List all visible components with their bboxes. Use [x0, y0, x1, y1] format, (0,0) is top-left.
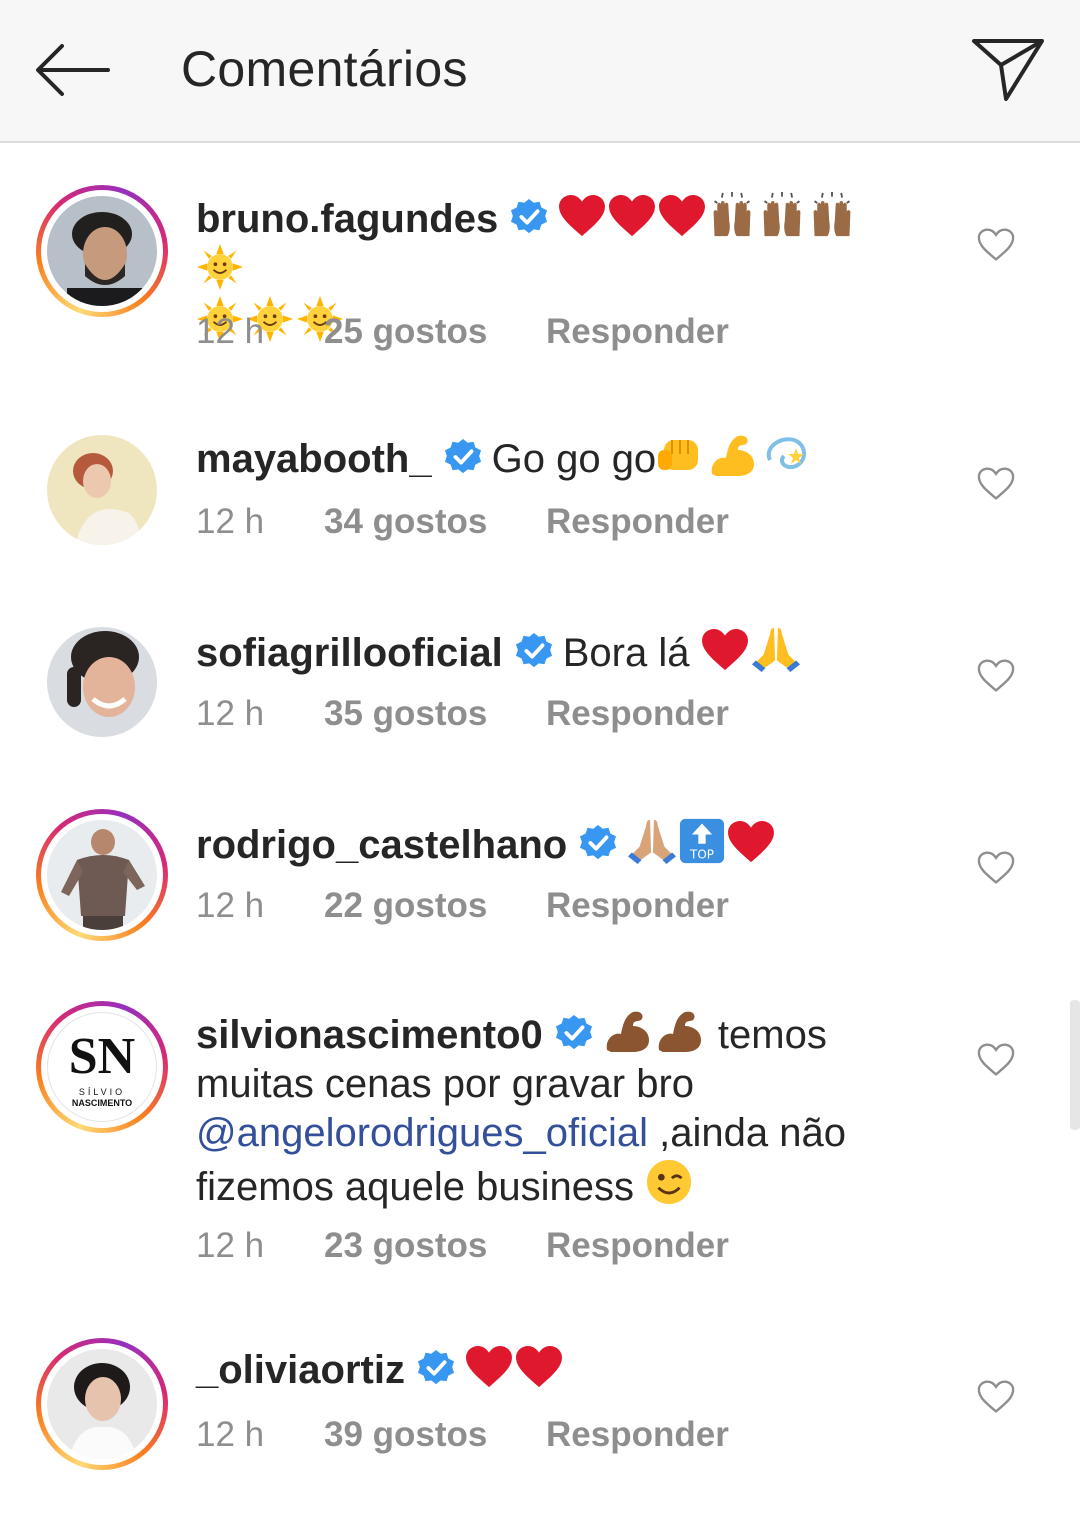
mention-link[interactable]: @angelorodrigues_oficial	[196, 1111, 648, 1155]
page-title: Comentários	[181, 41, 468, 97]
reply-button[interactable]: Responder	[546, 312, 729, 352]
avatar[interactable]	[36, 424, 168, 556]
flexed-biceps-emoji-icon	[655, 1008, 705, 1054]
comment-meta: 12 h 34 gostos Responder	[196, 502, 729, 542]
avatar[interactable]	[36, 185, 168, 317]
comment-timestamp: 12 h	[196, 502, 265, 541]
comment-meta: 12 h 22 gostos Responder	[196, 886, 729, 926]
avatar-photo	[47, 1349, 157, 1459]
raised-hands-emoji-icon	[708, 192, 756, 238]
avatar-logo-line2: NASCIMENTO	[71, 1098, 133, 1108]
verified-badge-icon	[417, 1349, 455, 1387]
comment-username[interactable]: _oliviaortiz	[196, 1348, 405, 1392]
comment-likes-count[interactable]: 35 gostos	[324, 694, 546, 734]
heart-outline-icon	[976, 227, 1016, 263]
heart-emoji-icon	[658, 194, 706, 238]
comment-likes-count[interactable]: 25 gostos	[324, 312, 546, 352]
comment-meta: 12 h 25 gostos Responder	[196, 312, 729, 352]
reply-button[interactable]: Responder	[546, 694, 729, 734]
comment-username[interactable]: sofiagrillooficial	[196, 631, 503, 675]
fist-emoji-icon	[656, 432, 706, 478]
flexed-biceps-emoji-icon	[603, 1008, 653, 1054]
comment-username[interactable]: bruno.fagundes	[196, 197, 498, 241]
comment-likes-count[interactable]: 23 gostos	[324, 1226, 546, 1266]
like-comment-button[interactable]	[974, 654, 1018, 698]
heart-emoji-icon	[701, 628, 749, 672]
verified-badge-icon	[579, 824, 617, 862]
comment-likes-count[interactable]: 22 gostos	[324, 886, 546, 926]
heart-emoji-icon	[558, 194, 606, 238]
heart-outline-icon	[976, 466, 1016, 502]
sun-emoji-icon	[196, 244, 244, 290]
share-button[interactable]	[966, 32, 1050, 108]
comment-username[interactable]: mayabooth_	[196, 437, 432, 481]
heart-emoji-icon	[515, 1345, 563, 1389]
heart-outline-icon	[976, 1042, 1016, 1078]
top-bar: Comentários	[0, 0, 1080, 143]
avatar-logo-monogram: SN	[68, 1028, 136, 1085]
like-comment-button[interactable]	[974, 1038, 1018, 1082]
avatar-logo: SN SÍLVIO NASCIMENTO	[47, 1012, 157, 1122]
comment-likes-count[interactable]: 39 gostos	[324, 1415, 546, 1455]
flexed-biceps-emoji-icon	[708, 432, 758, 478]
paper-plane-icon	[972, 39, 1044, 101]
verified-badge-icon	[515, 632, 553, 670]
comment-meta: 12 h 23 gostos Responder	[196, 1226, 729, 1266]
avatar-photo	[47, 627, 157, 737]
comment-timestamp: 12 h	[196, 886, 265, 925]
comment-meta: 12 h 39 gostos Responder	[196, 1415, 729, 1455]
top-arrow-emoji-icon	[679, 818, 725, 864]
avatar[interactable]	[36, 809, 168, 941]
dizzy-emoji-icon	[760, 432, 810, 478]
winking-face-emoji-icon	[645, 1158, 693, 1206]
comment-timestamp: 12 h	[196, 1226, 265, 1265]
comment-timestamp: 12 h	[196, 312, 265, 351]
reply-button[interactable]: Responder	[546, 1226, 729, 1266]
comment-username[interactable]: rodrigo_castelhano	[196, 823, 567, 867]
avatar[interactable]	[36, 1338, 168, 1470]
heart-outline-icon	[976, 850, 1016, 886]
heart-outline-icon	[976, 1379, 1016, 1415]
folded-hands-emoji-icon	[627, 816, 677, 864]
comment-meta: 12 h 35 gostos Responder	[196, 694, 729, 734]
verified-badge-icon	[444, 438, 482, 476]
avatar-photo	[47, 820, 157, 930]
heart-emoji-icon	[608, 194, 656, 238]
scrollbar[interactable]	[1070, 1000, 1080, 1130]
reply-button[interactable]: Responder	[546, 886, 729, 926]
raised-hands-emoji-icon	[758, 192, 806, 238]
avatar[interactable]	[36, 616, 168, 748]
avatar-photo	[47, 196, 157, 306]
back-button[interactable]	[30, 36, 114, 104]
heart-emoji-icon	[727, 820, 775, 864]
like-comment-button[interactable]	[974, 846, 1018, 890]
avatar[interactable]: SN SÍLVIO NASCIMENTO	[36, 1001, 168, 1133]
folded-hands-emoji-icon	[751, 624, 801, 672]
avatar-logo-line1: SÍLVIO	[78, 1087, 126, 1097]
comment-likes-count[interactable]: 34 gostos	[324, 502, 546, 542]
reply-button[interactable]: Responder	[546, 502, 729, 542]
avatar-photo	[47, 435, 157, 545]
reply-button[interactable]: Responder	[546, 1415, 729, 1455]
like-comment-button[interactable]	[974, 1375, 1018, 1419]
like-comment-button[interactable]	[974, 462, 1018, 506]
heart-emoji-icon	[465, 1345, 513, 1389]
comment-username[interactable]: silvionascimento0	[196, 1013, 543, 1057]
comment-timestamp: 12 h	[196, 694, 265, 733]
arrow-left-icon	[36, 44, 110, 96]
comment-text: Go go go	[491, 437, 657, 481]
verified-badge-icon	[510, 198, 548, 236]
like-comment-button[interactable]	[974, 223, 1018, 267]
heart-outline-icon	[976, 658, 1016, 694]
comment-text: Bora lá	[562, 631, 690, 675]
comment-timestamp: 12 h	[196, 1415, 265, 1454]
verified-badge-icon	[555, 1014, 593, 1052]
raised-hands-emoji-icon	[808, 192, 856, 238]
